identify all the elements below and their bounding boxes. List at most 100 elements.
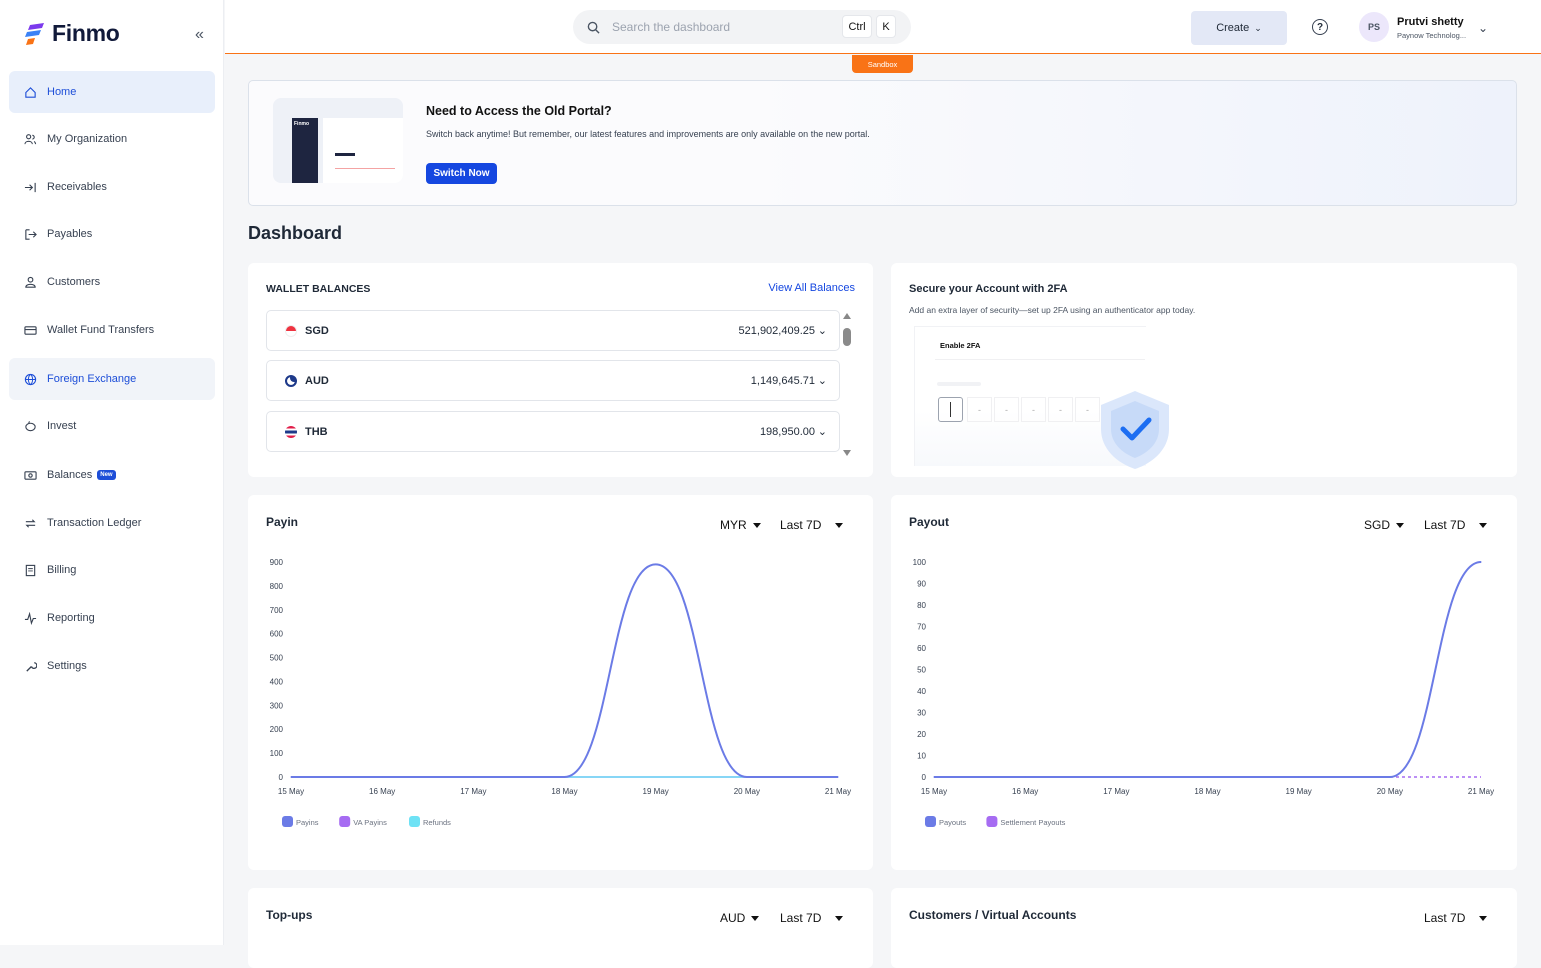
search-input[interactable] [612,20,832,34]
series-line-payins [290,563,838,779]
home-icon [25,86,36,98]
twofa-illustration[interactable]: Enable 2FA - - - - - [914,326,1169,469]
sidebar-item-payables[interactable]: Payables [9,213,215,255]
sidebar-item-settings[interactable]: Settings [9,645,215,687]
legend-swatch [986,816,998,827]
wallet-row-thb[interactable]: THB 198,950.00 ⌄ [266,411,840,452]
x-tick-label: 17 May [1103,787,1129,796]
wallet-amount: 521,902,409.25 [738,324,815,337]
wallet-currency: SGD [305,324,329,337]
data-point [1480,561,1482,563]
payout-chart: 0 10 20 30 40 50 60 70 80 90 100 15 May 16 May 17 May… [913,558,1494,827]
legend-label[interactable]: Payins [296,818,319,827]
sidebar-item-reporting[interactable]: Reporting [9,597,215,639]
x-tick-label: 16 May [1012,787,1038,796]
sidebar-item-billing[interactable]: Billing [9,549,215,591]
banner-text: Switch back anytime! But remember, our l… [426,129,870,139]
data-point [655,563,657,565]
thumbnail-logo: Finmo [294,121,309,127]
series-line-payouts [933,561,1482,779]
twofa-card: Secure your Account with 2FA Add an extr… [891,263,1517,477]
legend-label[interactable]: Settlement Payouts [1000,818,1065,827]
y-tick-label: 200 [270,725,284,734]
y-tick-label: 300 [270,701,284,710]
data-point [1389,776,1391,778]
y-tick-label: 30 [917,709,926,718]
wallet-scrollbar[interactable] [842,313,852,458]
sidebar-item-label: Invest [47,420,77,432]
twofa-card-label: Enable 2FA [940,341,981,350]
globe-icon [24,373,37,385]
legend-label[interactable]: VA Payins [353,818,387,827]
sidebar-item-receivables[interactable]: Receivables [9,166,215,208]
app-name: Finmo [52,20,120,46]
create-button[interactable]: Create ⌄ [1191,11,1287,45]
help-icon[interactable]: ? [1312,19,1328,35]
sidebar-item-label: Balances [47,469,93,481]
sidebar-item-customers[interactable]: Customers [9,261,215,303]
customers-range-select[interactable]: Last 7D [1424,911,1488,925]
y-tick-label: 50 [917,666,926,675]
sidebar-item-label: My Organization [47,133,128,145]
legend-label[interactable]: Refunds [423,818,451,827]
search-icon [587,21,600,34]
sidebar-item-balances[interactable]: Balances New [9,454,215,496]
sidebar-item-foreign-exchange[interactable]: Foreign Exchange [9,358,215,400]
legend-swatch [282,816,293,827]
sidebar-item-wallet-fund-transfers[interactable]: Wallet Fund Transfers [9,309,215,351]
customers-card: Customers / Virtual Accounts Last 7D [891,888,1517,968]
wallet-row-sgd[interactable]: SGD 521,902,409.25 ⌄ [266,310,840,351]
x-tick-label: 16 May [369,787,395,796]
legend-swatch [925,816,936,827]
finmo-logo[interactable]: Finmo [24,20,120,47]
sidebar-item-label: Reporting [47,612,95,624]
sidebar-item-label: Home [47,86,77,98]
user-icon [25,276,36,288]
user-name[interactable]: Prutvi shetty [1397,16,1464,28]
environment-badge: Sandbox [852,55,913,73]
data-point [1206,776,1209,778]
y-tick-label: 600 [270,630,284,639]
sidebar-item-label: Foreign Exchange [47,373,137,385]
create-label: Create [1216,22,1250,34]
search-bar[interactable]: Ctrl K [573,10,911,44]
y-tick-label: 500 [270,654,284,663]
thb-flag-icon [285,425,297,438]
customers-range: Last 7D [1424,911,1466,925]
sidebar-item-label: Wallet Fund Transfers [47,324,155,336]
topups-range: Last 7D [780,911,822,925]
sidebar-item-transaction-ledger[interactable]: Transaction Ledger [9,502,215,544]
view-all-balances-link[interactable]: View All Balances [768,282,855,294]
collapse-sidebar-icon[interactable]: « [195,26,204,44]
x-tick-label: 20 May [734,787,760,796]
pulse-icon [24,611,37,625]
y-tick-label: 60 [917,644,926,653]
sidebar-item-my-organization[interactable]: My Organization [9,118,215,160]
topups-currency-select[interactable]: AUD [720,911,760,925]
topups-range-select[interactable]: Last 7D [780,911,844,925]
y-tick-label: 10 [917,752,926,761]
x-tick-label: 17 May [460,787,486,796]
switch-now-button[interactable]: Switch Now [426,163,497,184]
wallet-row-aud[interactable]: AUD 1,149,645.71 ⌄ [266,360,840,401]
sidebar-item-label: Transaction Ledger [47,517,142,529]
chevron-down-icon[interactable]: ⌄ [1478,21,1488,35]
payout-card: Payout SGD Last 7D 0 10 20 30 40 50 60 70 80 90 10… [891,495,1517,870]
card-icon [24,325,37,335]
x-tick-label: 19 May [1286,787,1312,796]
avatar[interactable]: PS [1359,12,1389,42]
sidebar-item-home[interactable]: Home [9,71,215,113]
y-tick-label: 800 [270,582,284,591]
twofa-text: Add an extra layer of security—set up 2F… [909,305,1196,315]
old-portal-thumbnail: Finmo [273,98,403,183]
topups-title: Top-ups [266,908,313,922]
data-point [1115,776,1117,778]
wallet-title: WALLET BALANCES [266,283,371,295]
user-org: Paynow Technolog... [1397,31,1467,40]
y-tick-label: 100 [913,558,927,567]
legend-label[interactable]: Payouts [939,818,966,827]
x-tick-label: 21 May [1468,787,1494,796]
cash-icon [24,470,37,480]
shield-check-icon [1101,391,1169,469]
sidebar-item-invest[interactable]: Invest [9,405,215,447]
